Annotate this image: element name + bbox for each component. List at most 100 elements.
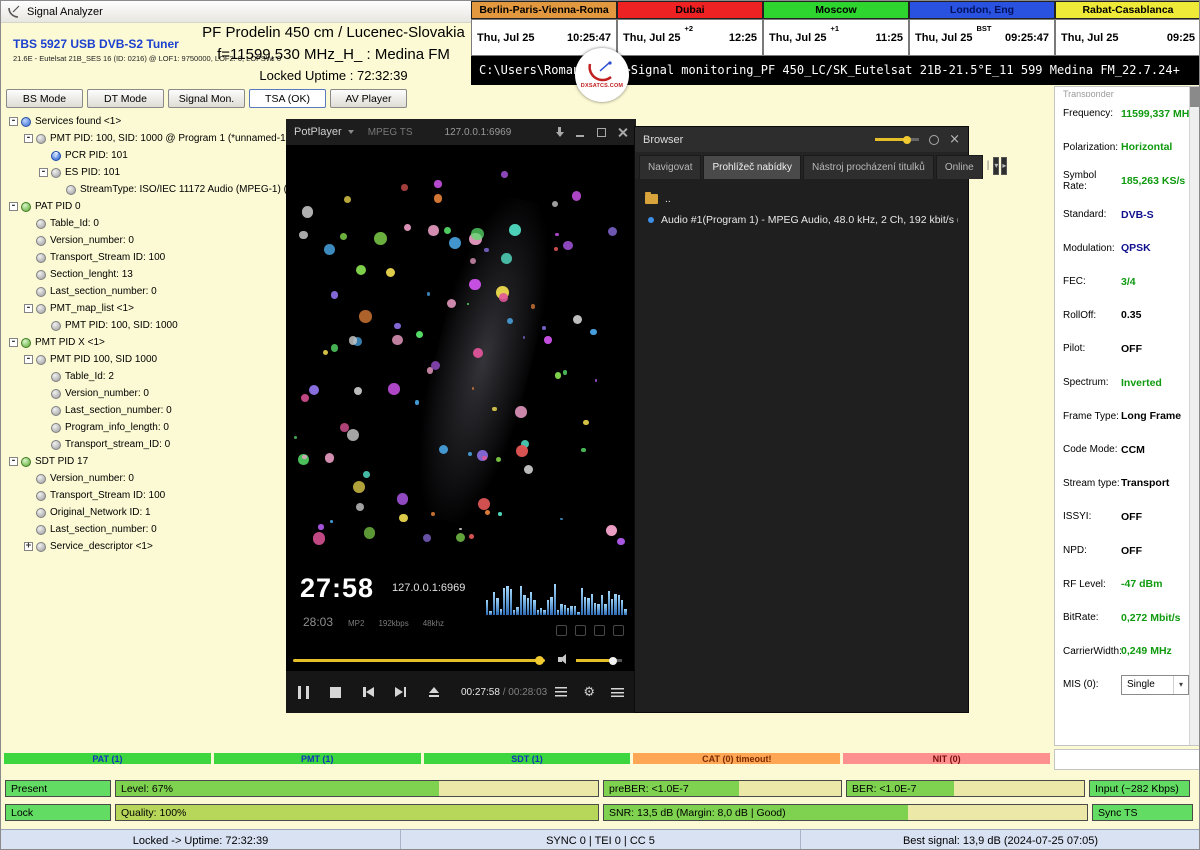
node-icon [51,321,61,331]
download-arrow-icon[interactable] [554,127,565,138]
gear-icon[interactable]: ⚙ [583,686,595,699]
collapse-icon[interactable]: - [9,338,18,347]
close-icon[interactable] [617,127,628,138]
clock-date: Thu, Jul 25 [769,32,826,44]
tree-item[interactable]: +Service_descriptor <1> [5,538,285,555]
collapse-icon[interactable]: - [9,117,18,126]
audio-track-item[interactable]: Audio #1(Program 1) - MPEG Audio, 48.0 k… [645,209,958,230]
tab-bs-mode[interactable]: BS Mode [6,89,83,108]
tree-item[interactable]: - PAT PID 0 [5,198,285,215]
tree-item[interactable]: -PMT PID 100, SID 1000 [5,351,285,368]
tree-item[interactable]: Table_Id: 2 [5,368,285,385]
parent-dir-item[interactable]: .. [645,188,958,209]
audio-spectrum [486,575,628,615]
mis-dropdown[interactable]: Single ▾ [1121,675,1189,695]
playlist-icon[interactable] [555,687,567,697]
tree-item-label: Table_Id: 0 [50,218,99,229]
tree-item[interactable]: Last_section_number: 0 [5,283,285,300]
collapse-icon[interactable]: - [24,355,33,364]
browser-volume-slider[interactable] [875,138,919,141]
previous-button[interactable] [362,686,374,698]
tree-item[interactable]: ?PCR PID: 101 [5,147,285,164]
tree-item-label: Section_lenght: 13 [50,269,133,280]
sync-indicator: Sync TS [1092,804,1193,821]
eject-button[interactable] [428,686,440,698]
tree-item[interactable]: Transport_Stream ID: 100 [5,249,285,266]
tree-item-label: PAT PID 0 [35,201,81,212]
stop-button[interactable] [330,687,341,698]
browser-tab-navigovat[interactable]: Navigovat [639,155,701,179]
tree-item[interactable]: Program_info_length: 0 [5,419,285,436]
tree-item[interactable]: -ES PID: 101 [5,164,285,181]
browser-tab-prohl-e-nab-dky[interactable]: Prohlížeč nabídky [703,155,801,179]
minimize-icon[interactable] [575,127,586,138]
transponder-row: Spectrum:Inverted [1055,366,1199,400]
preber-label: preBER: <1.0E-7 [609,783,689,795]
pause-button[interactable] [298,686,309,699]
tab-dt-mode[interactable]: DT Mode [87,89,164,108]
browser-tab-online[interactable]: Online [936,155,983,179]
tree-item[interactable]: Section_lenght: 13 [5,266,285,283]
collapse-icon[interactable]: - [9,202,18,211]
volume-icon[interactable] [558,654,570,665]
collapse-icon[interactable]: - [9,457,18,466]
uptime-status: Locked -> Uptime: 72:32:39 [1,830,401,850]
ber-gauge: BER: <1.0E-7 [846,780,1085,797]
signal-row-2: Lock Quality: 100% SNR: 13,5 dB (Margin:… [5,804,1193,821]
seek-knob[interactable] [535,656,544,665]
volume-knob[interactable] [609,657,617,665]
slider-knob[interactable] [903,136,911,144]
next-button[interactable] [395,686,407,698]
tree-item[interactable]: Transport_Stream ID: 100 [5,487,285,504]
clock-date: Thu, Jul 25 [623,32,680,44]
transponder-field-value: 185,263 KS/s [1121,175,1185,187]
close-icon[interactable]: × [949,132,960,147]
maximize-icon[interactable] [596,127,607,138]
tree-item[interactable]: Version_number: 0 [5,232,285,249]
dropdown-caret-button[interactable]: ▾ [993,157,999,175]
collapse-icon[interactable]: - [24,304,33,313]
clock-date: Thu, Jul 25 [1061,32,1118,44]
tree-item[interactable]: StreamType: ISO/IEC 11172 Audio (MPEG-1)… [5,181,285,198]
forward-caret-button[interactable]: ▸ [1001,157,1007,175]
tab-signal-mon[interactable]: Signal Mon. [168,89,245,108]
transponder-field-value: OFF [1121,545,1142,557]
pin-icon[interactable] [929,135,939,145]
collapse-icon[interactable]: - [39,168,48,177]
tree-item[interactable]: Last_section_number: 0 [5,402,285,419]
video-area[interactable] [286,145,636,573]
transponder-row: Stream type:Transport [1055,467,1199,501]
tree-item[interactable]: -PMT PID: 100, SID: 1000 @ Program 1 (*u… [5,130,285,147]
tab-av-player[interactable]: AV Player [330,89,407,108]
tree-item-label: PMT_map_list <1> [50,303,134,314]
volume-slider[interactable] [576,659,622,662]
tree-item[interactable]: -Services found <1> [5,113,285,130]
scrollbar[interactable] [1189,87,1199,745]
transponder-field-value: OFF [1121,343,1142,355]
tree-item[interactable]: Version_number: 0 [5,385,285,402]
tree-item[interactable]: - PMT_map_list <1> [5,300,285,317]
transponder-field-value: -47 dBm [1121,578,1162,590]
scrollbar-thumb[interactable] [1190,87,1199,107]
tree-item[interactable]: Transport_stream_ID: 0 [5,436,285,453]
tree-item[interactable]: Version_number: 0 [5,470,285,487]
audio-visualization [286,145,636,573]
tree-item[interactable]: -SDT PID 17 [5,453,285,470]
transponder-field-label: Pilot: [1055,343,1121,354]
transponder-field-value: 0.35 [1121,309,1141,321]
tree-item[interactable]: PMT PID: 100, SID: 1000 [5,317,285,334]
tree-item[interactable]: -PMT PID X <1> [5,334,285,351]
collapse-icon[interactable]: - [24,134,33,143]
tree-item[interactable]: Original_Network ID: 1 [5,504,285,521]
browser-tab-n-stroj-proch-zen-titulk[interactable]: Nástroj procházení titulků [803,155,934,179]
expand-icon[interactable]: + [24,542,33,551]
player-menu-button[interactable]: PotPlayer [294,126,342,138]
seek-bar[interactable] [293,659,545,662]
psi-table-status: PMT (1) [214,753,421,764]
tree-item[interactable]: Last_section_number: 0 [5,521,285,538]
seek-row [286,649,636,671]
psi-table-label: PAT (1) [92,754,122,764]
tab-tsa-ok[interactable]: TSA (OK) [249,89,326,108]
menu-icon[interactable] [611,688,624,697]
tree-item[interactable]: Table_Id: 0 [5,215,285,232]
